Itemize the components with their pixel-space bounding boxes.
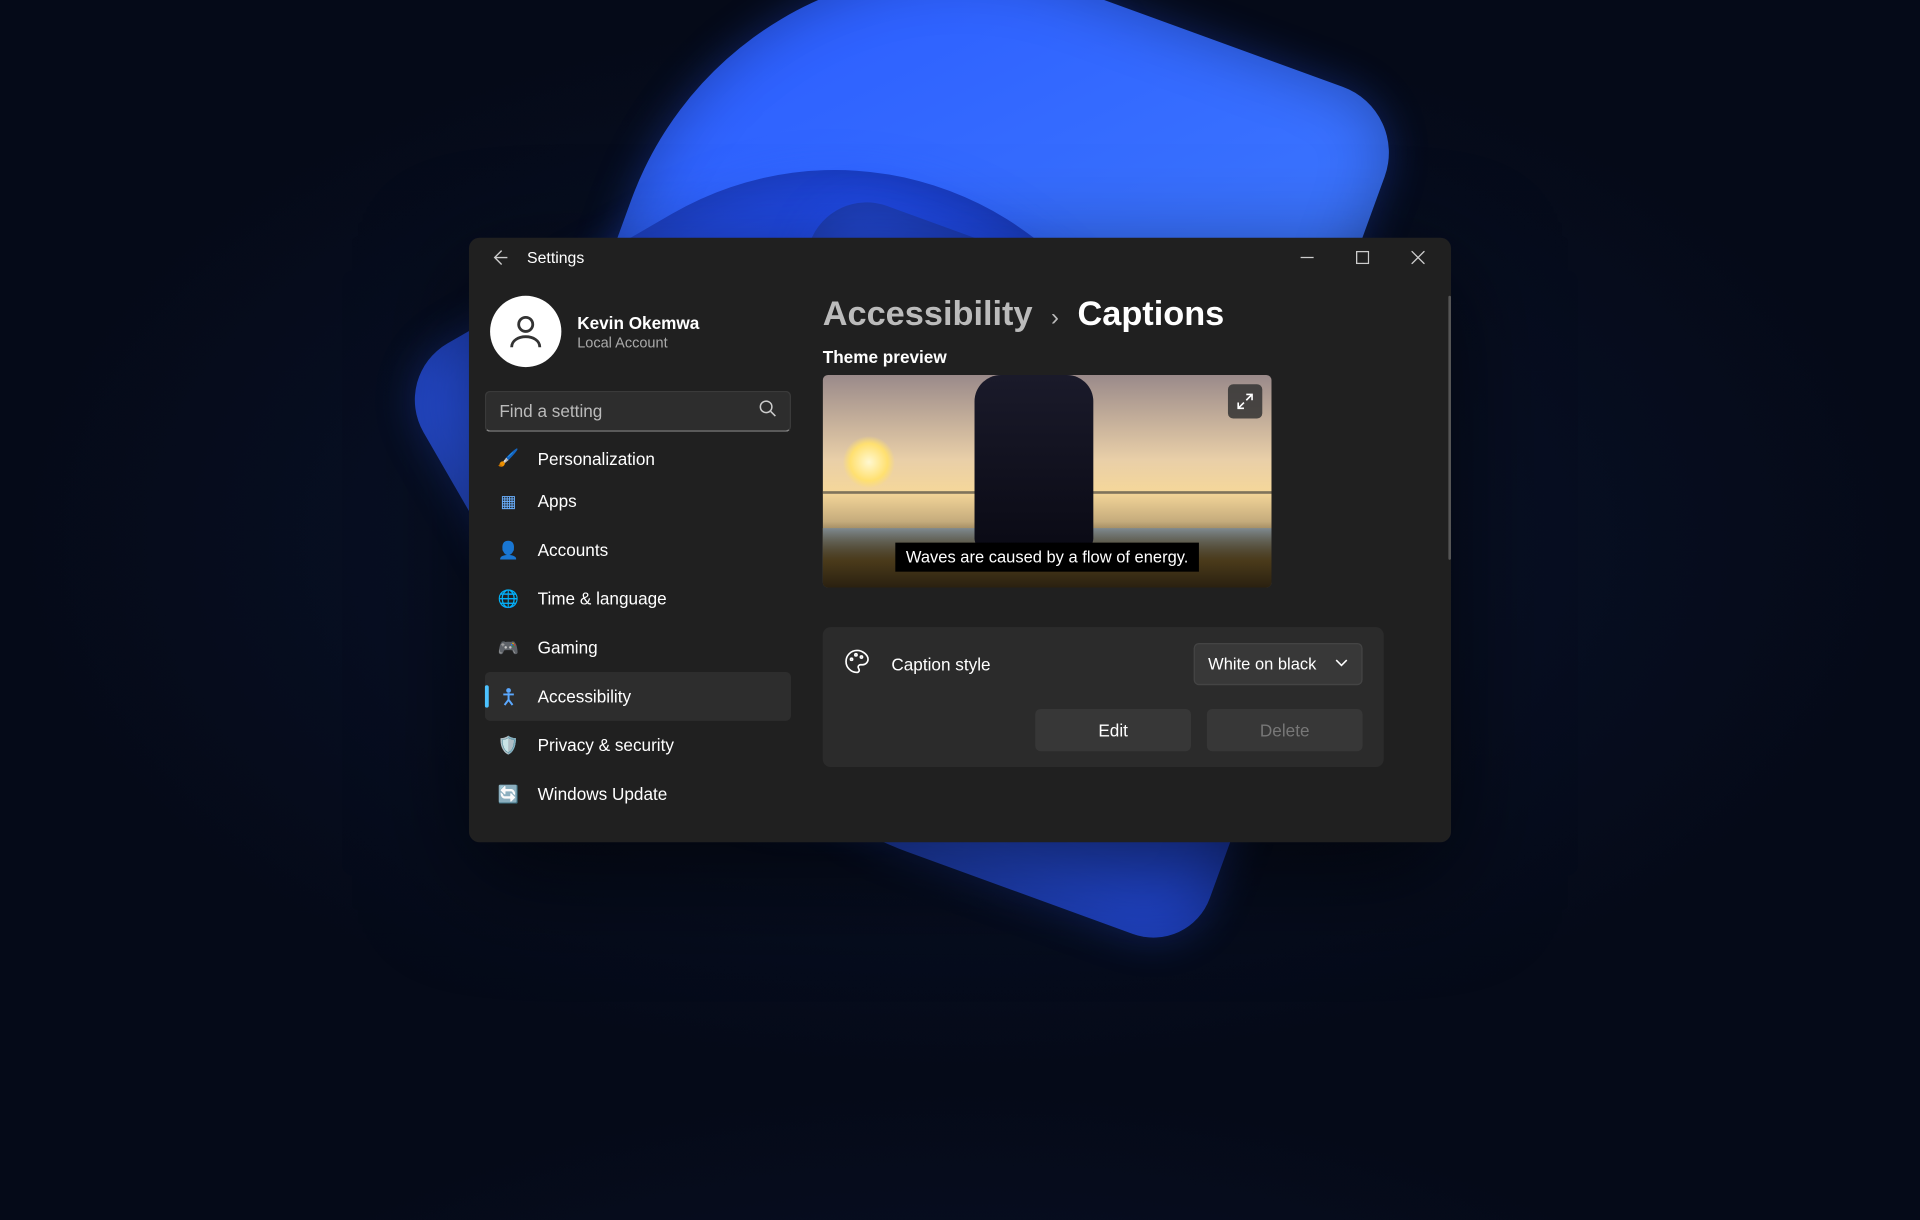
sidebar-item-accounts[interactable]: 👤 Accounts xyxy=(485,525,791,574)
caption-style-label: Caption style xyxy=(891,654,1193,674)
profile-name: Kevin Okemwa xyxy=(577,312,699,332)
sidebar-item-time-language[interactable]: 🌐 Time & language xyxy=(485,574,791,623)
breadcrumb-current: Captions xyxy=(1077,293,1224,334)
edit-button[interactable]: Edit xyxy=(1035,709,1191,751)
breadcrumb-parent[interactable]: Accessibility xyxy=(823,293,1033,334)
chevron-right-icon: › xyxy=(1051,304,1059,332)
personalization-icon: 🖌️ xyxy=(498,448,519,469)
maximize-button[interactable] xyxy=(1335,239,1390,276)
avatar xyxy=(490,296,561,367)
caption-style-dropdown[interactable]: White on black xyxy=(1194,643,1363,685)
back-button[interactable] xyxy=(482,240,516,274)
close-button[interactable] xyxy=(1390,239,1445,276)
sidebar-item-personalization[interactable]: 🖌️ Personalization xyxy=(485,442,791,476)
sidebar-item-label: Accessibility xyxy=(538,687,631,707)
profile-block[interactable]: Kevin Okemwa Local Account xyxy=(485,288,791,386)
window-controls xyxy=(1279,239,1445,276)
search-input[interactable] xyxy=(499,401,758,421)
expand-preview-button[interactable] xyxy=(1228,384,1262,418)
preview-caption-text: Waves are caused by a flow of energy. xyxy=(895,543,1199,572)
scrollbar[interactable] xyxy=(1448,296,1451,560)
theme-preview: Waves are caused by a flow of energy. xyxy=(823,375,1272,588)
theme-preview-label: Theme preview xyxy=(823,347,1420,367)
breadcrumb: Accessibility › Captions xyxy=(823,293,1420,334)
sidebar: Kevin Okemwa Local Account 🖌️ Personaliz… xyxy=(469,277,807,842)
sidebar-item-apps[interactable]: ▦ Apps xyxy=(485,477,791,526)
search-icon xyxy=(758,399,776,424)
search-box[interactable] xyxy=(485,391,791,432)
time-language-icon: 🌐 xyxy=(498,588,519,609)
sidebar-item-gaming[interactable]: 🎮 Gaming xyxy=(485,623,791,672)
sidebar-item-label: Gaming xyxy=(538,638,598,658)
caption-style-card: Caption style White on black Edit Delete xyxy=(823,627,1384,767)
chevron-down-icon xyxy=(1335,655,1348,673)
accounts-icon: 👤 xyxy=(498,539,519,560)
gaming-icon: 🎮 xyxy=(498,637,519,658)
accessibility-icon xyxy=(498,686,519,707)
settings-window: Settings Kevin Okemwa Local Account xyxy=(469,238,1451,843)
sidebar-item-label: Privacy & security xyxy=(538,735,674,755)
sidebar-item-windows-update[interactable]: 🔄 Windows Update xyxy=(485,770,791,819)
window-title: Settings xyxy=(527,248,584,266)
sidebar-item-label: Accounts xyxy=(538,540,609,560)
minimize-button[interactable] xyxy=(1279,239,1334,276)
sidebar-item-accessibility[interactable]: Accessibility xyxy=(485,672,791,721)
profile-subtitle: Local Account xyxy=(577,335,699,351)
dropdown-value: White on black xyxy=(1208,655,1316,673)
sidebar-item-label: Windows Update xyxy=(538,784,668,804)
windows-update-icon: 🔄 xyxy=(498,784,519,805)
sidebar-item-label: Apps xyxy=(538,491,577,511)
palette-icon xyxy=(844,648,870,681)
nav-list: 🖌️ Personalization ▦ Apps 👤 Accounts 🌐 T… xyxy=(485,442,791,831)
apps-icon: ▦ xyxy=(498,491,519,512)
sidebar-item-label: Time & language xyxy=(538,589,667,609)
sidebar-item-label: Personalization xyxy=(538,449,655,469)
content-pane: Accessibility › Captions Theme preview W… xyxy=(807,277,1451,842)
sidebar-item-privacy-security[interactable]: 🛡️ Privacy & security xyxy=(485,721,791,770)
privacy-security-icon: 🛡️ xyxy=(498,735,519,756)
titlebar: Settings xyxy=(469,238,1451,278)
delete-button: Delete xyxy=(1207,709,1363,751)
